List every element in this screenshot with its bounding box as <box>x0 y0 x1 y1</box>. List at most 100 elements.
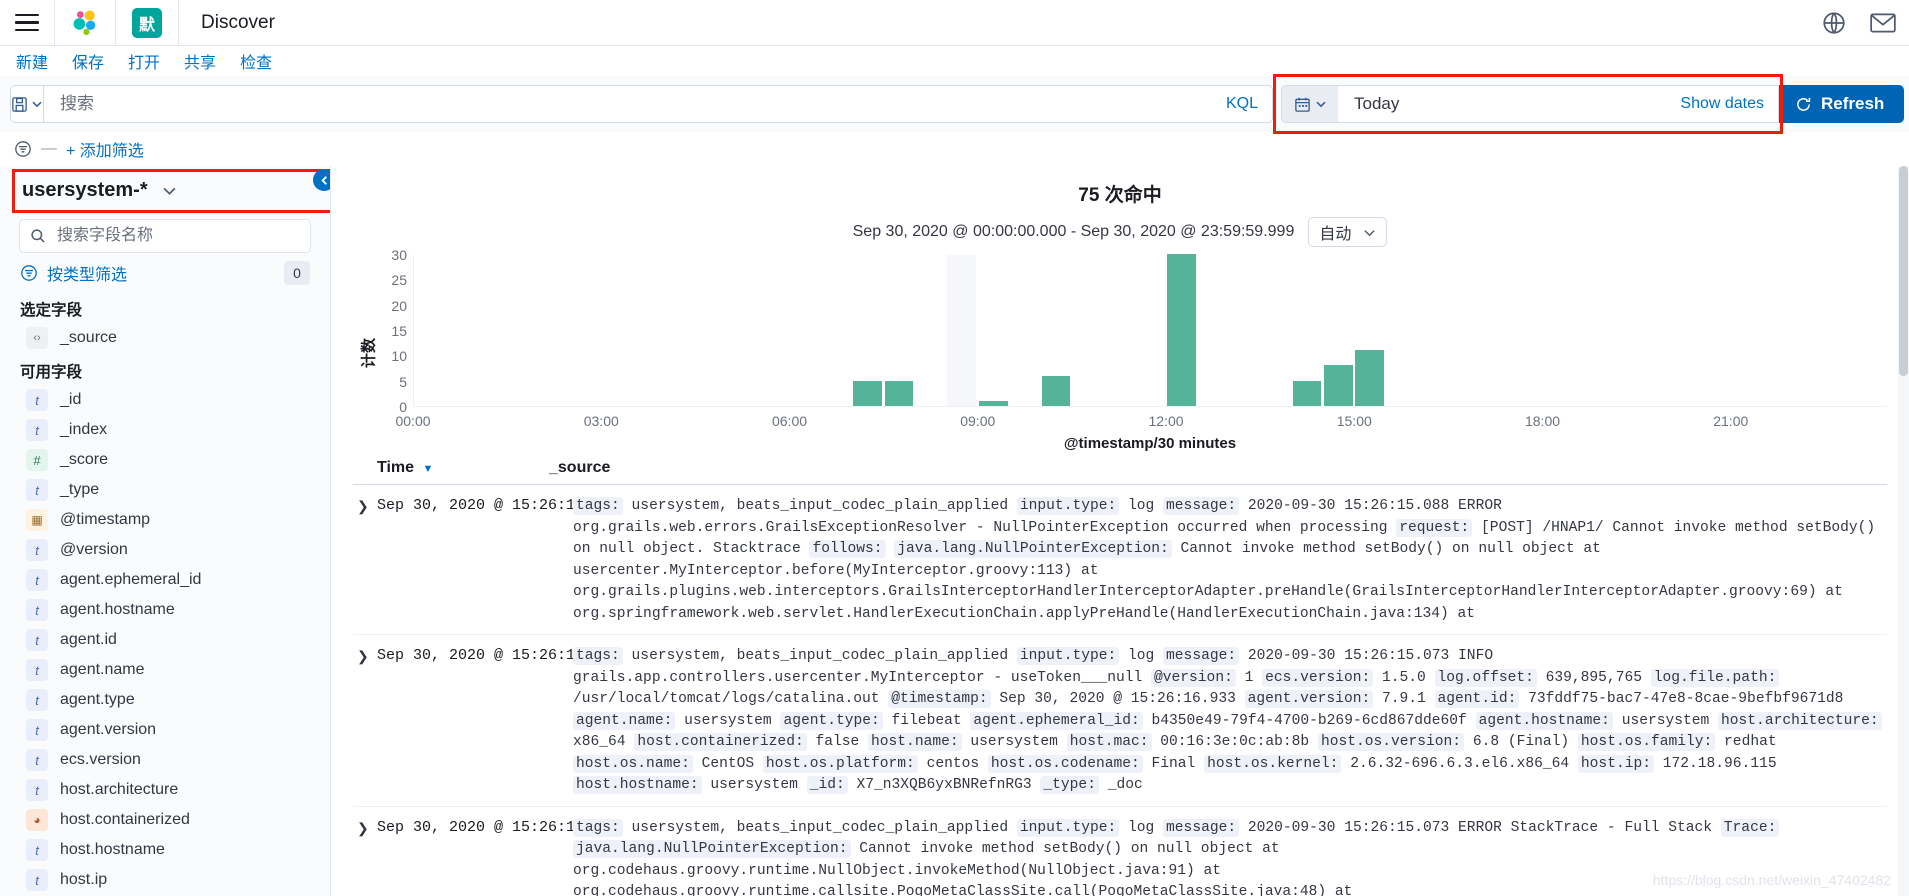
space-switcher-button[interactable]: 默 <box>116 0 178 46</box>
show-dates-button[interactable]: Show dates <box>1680 95 1778 113</box>
available-field-score[interactable]: # _score <box>12 445 318 475</box>
query-bar: KQL Today Show dates Refresh <box>0 74 1909 134</box>
available-field-agent-version[interactable]: t agent.version <box>12 715 318 745</box>
main-area: usersystem-* 按类型筛选 0 选定字段 ‹› _source 可用字段… <box>0 166 1909 896</box>
y-axis-ticks: 0 5 10 15 20 25 30 <box>371 247 407 415</box>
news-mail-button[interactable] <box>1869 10 1897 36</box>
field-type-string-icon: t <box>26 869 48 891</box>
date-quick-select-button[interactable] <box>1282 86 1338 122</box>
hamburger-menu-button[interactable] <box>0 0 54 46</box>
field-name: @timestamp <box>60 511 151 528</box>
field-name: _id <box>60 391 82 408</box>
field-type-source-icon: ‹› <box>26 327 48 349</box>
chart-hover-column <box>947 255 977 406</box>
available-field-host-hostname[interactable]: t host.hostname <box>12 835 318 865</box>
index-pattern-selector[interactable]: usersystem-* <box>12 166 330 214</box>
table-header-row: Time ▼ _source <box>353 451 1887 485</box>
chart-subheader: Sep 30, 2020 @ 00:00:00.000 - Sep 30, 20… <box>331 207 1909 247</box>
search-input[interactable] <box>58 93 1216 115</box>
available-field-agent-ephemeral-id[interactable]: t agent.ephemeral_id <box>12 565 318 595</box>
available-field-id[interactable]: t _id <box>12 385 318 415</box>
selected-field-source[interactable]: ‹› _source <box>12 323 318 353</box>
refresh-label: Refresh <box>1821 94 1885 113</box>
menu-save[interactable]: 保存 <box>72 49 104 73</box>
available-field-agent-id[interactable]: t agent.id <box>12 625 318 655</box>
available-field-host-architecture[interactable]: t host.architecture <box>12 775 318 805</box>
hamburger-menu-icon <box>15 9 39 37</box>
field-type-filter-button[interactable]: 按类型筛选 0 <box>12 255 318 291</box>
chart-bar[interactable] <box>1167 254 1196 406</box>
available-field-agent-name[interactable]: t agent.name <box>12 655 318 685</box>
available-field-ecs-version[interactable]: t ecs.version <box>12 745 318 775</box>
column-header-source[interactable]: _source <box>523 459 610 477</box>
discover-content: 75 次命中 Sep 30, 2020 @ 00:00:00.000 - Sep… <box>330 166 1909 896</box>
chevron-right-icon[interactable]: ❯ <box>353 496 377 625</box>
chevron-down-icon <box>32 101 42 108</box>
x-tick-0000: 00:00 <box>395 413 431 429</box>
cell-source: tags: usersystem, beats_input_codec_plai… <box>573 497 1876 622</box>
column-header-time[interactable]: Time ▼ <box>353 459 523 477</box>
cell-time: Sep 30, 2020 @ 15:26:16.933 <box>377 647 621 664</box>
menu-inspect[interactable]: 检查 <box>240 49 272 73</box>
saved-query-button[interactable] <box>10 85 43 123</box>
interval-select[interactable]: 自动 <box>1308 217 1388 247</box>
elastic-logo-button[interactable] <box>55 0 115 46</box>
field-name: agent.ephemeral_id <box>60 571 202 588</box>
content-scrollbar[interactable] <box>1898 166 1909 896</box>
chevron-right-icon[interactable]: ❯ <box>353 646 377 797</box>
scrollbar-thumb[interactable] <box>1899 166 1908 376</box>
help-globe-button[interactable] <box>1821 10 1847 36</box>
query-language-button[interactable]: KQL <box>1216 95 1258 113</box>
refresh-button[interactable]: Refresh <box>1779 85 1905 123</box>
cell-source: tags: usersystem, beats_input_codec_plai… <box>547 646 1887 797</box>
menu-open[interactable]: 打开 <box>128 49 160 73</box>
search-icon <box>31 229 45 243</box>
available-field-agent-hostname[interactable]: t agent.hostname <box>12 595 318 625</box>
chart-bar[interactable] <box>1041 375 1071 406</box>
field-type-string-icon: t <box>26 749 48 771</box>
page-title: Discover <box>201 11 275 33</box>
available-field-version[interactable]: t @version <box>12 535 318 565</box>
chevron-down-icon <box>1315 101 1326 108</box>
field-name: _score <box>60 451 109 468</box>
available-field-type[interactable]: t _type <box>12 475 318 505</box>
table-row[interactable]: ❯ Sep 30, 2020 @ 15:26:16.934 tags: usersy… <box>353 485 1887 635</box>
field-type-filter-label: 按类型筛选 <box>47 267 128 284</box>
space-badge-label: 默 <box>132 7 162 38</box>
menu-share[interactable]: 共享 <box>184 49 216 73</box>
available-field-agent-type[interactable]: t agent.type <box>12 685 318 715</box>
hits-title: 75 次命中 <box>331 166 1909 207</box>
add-filter-button[interactable]: + 添加筛选 <box>66 137 144 161</box>
field-type-string-icon: t <box>26 779 48 801</box>
chart-bar[interactable] <box>884 380 914 406</box>
search-input-wrapper[interactable]: KQL <box>43 85 1273 123</box>
table-row[interactable]: ❯ Sep 30, 2020 @ 15:26:16.933 tags: usersy… <box>353 635 1887 807</box>
sidebar-collapse-button[interactable] <box>313 169 330 191</box>
date-picker[interactable]: Today Show dates <box>1281 85 1779 123</box>
field-search-wrapper[interactable] <box>19 219 311 253</box>
filter-funnel-icon[interactable] <box>14 140 32 158</box>
field-search-input[interactable] <box>55 226 300 246</box>
sort-desc-icon[interactable]: ▼ <box>423 463 434 475</box>
chevron-right-icon[interactable]: ❯ <box>353 818 377 896</box>
date-range-value[interactable]: Today <box>1338 94 1680 114</box>
available-field-host-ip[interactable]: t host.ip <box>12 865 318 895</box>
date-picker-area: Today Show dates Refresh <box>1273 74 1905 134</box>
available-field-timestamp[interactable]: ▦ @timestamp <box>12 505 318 535</box>
field-name: _type <box>60 481 100 498</box>
available-field-host-containerized[interactable]: ◕ host.containerized <box>12 805 318 835</box>
y-tick-10: 10 <box>391 348 407 365</box>
chart-bar[interactable] <box>1323 365 1353 406</box>
x-axis-title: @timestamp/30 minutes <box>1063 435 1237 452</box>
index-pattern-name: usersystem-* <box>22 178 148 201</box>
chart-bar[interactable] <box>853 380 883 406</box>
available-field-index[interactable]: t _index <box>12 415 318 445</box>
help-globe-icon <box>1823 12 1845 34</box>
menu-new[interactable]: 新建 <box>16 49 48 73</box>
chart-bar[interactable] <box>1292 380 1322 406</box>
field-name: agent.type <box>60 691 135 708</box>
chart-bar[interactable] <box>1355 350 1385 406</box>
available-fields-list: t _id t _index # _score t _type ▦ @timestamp t @ver… <box>12 385 318 896</box>
chart-plot-area[interactable] <box>413 254 1887 407</box>
chart-bar[interactable] <box>978 400 1008 406</box>
